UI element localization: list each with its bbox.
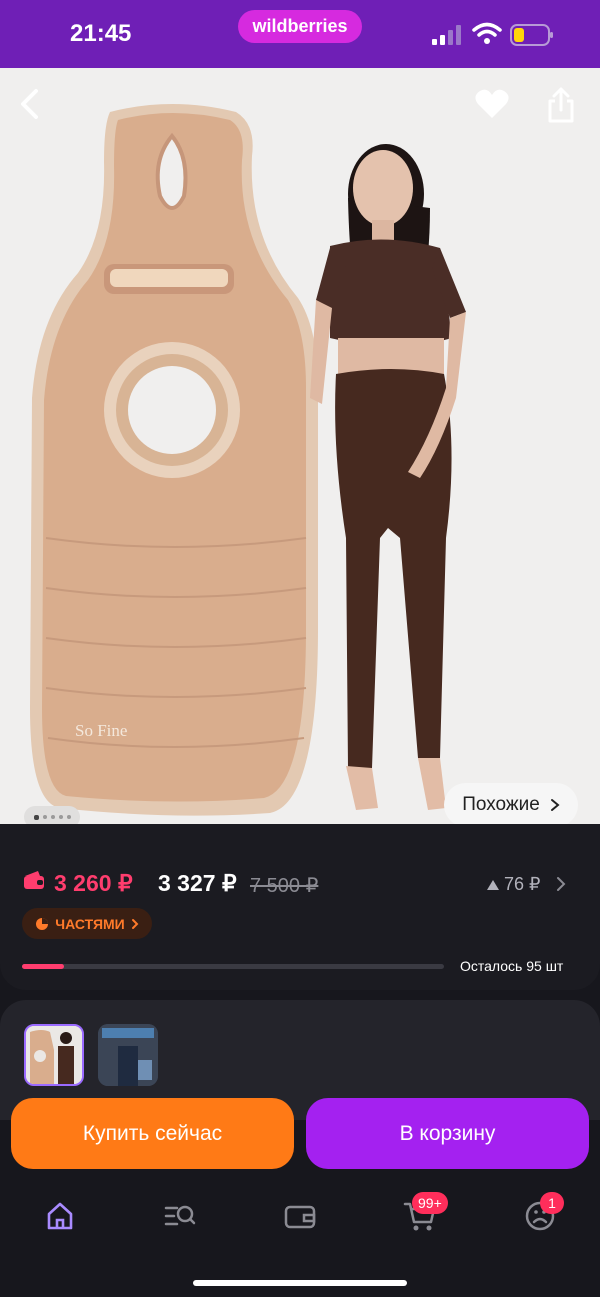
stock-progress-fill bbox=[22, 964, 65, 969]
triangle-up-icon bbox=[487, 879, 499, 890]
share-button[interactable] bbox=[546, 86, 584, 128]
buy-now-button[interactable]: Купить сейчас bbox=[11, 1098, 294, 1169]
old-price: 7 500 ₽ bbox=[250, 875, 319, 897]
pie-chart-icon bbox=[36, 917, 49, 930]
similar-products-button[interactable]: Похожие bbox=[444, 783, 578, 827]
thumbnail-2[interactable] bbox=[98, 1024, 158, 1086]
thumbnail-image bbox=[98, 1024, 158, 1086]
chevron-right-icon bbox=[550, 799, 560, 811]
gallery-dot bbox=[58, 815, 63, 819]
chevron-right-icon bbox=[131, 918, 139, 929]
catalog-search-icon bbox=[164, 1205, 196, 1226]
wallet-price: 3 260 ₽ bbox=[54, 870, 133, 896]
gallery-dot bbox=[33, 814, 39, 820]
so-fine-logo: So Fine bbox=[75, 721, 127, 740]
battery-icon bbox=[510, 24, 553, 46]
price-history-button[interactable]: 76 ₽ bbox=[486, 874, 540, 895]
stock-remaining: Осталось 95 шт bbox=[460, 958, 564, 974]
price-delta-value: 76 ₽ bbox=[504, 874, 541, 894]
chevron-left-icon bbox=[21, 89, 38, 119]
cellular-signal-icon bbox=[432, 25, 461, 45]
nav-home[interactable] bbox=[40, 1196, 80, 1236]
profile-badge: 1 bbox=[540, 1192, 564, 1214]
share-icon bbox=[548, 87, 574, 123]
wallet-icon bbox=[284, 1205, 316, 1229]
wifi-icon bbox=[472, 22, 502, 44]
add-to-cart-button[interactable]: В корзину bbox=[306, 1098, 589, 1169]
thumbnail-1[interactable] bbox=[24, 1024, 84, 1086]
installments-button[interactable]: ЧАСТЯМИ bbox=[22, 908, 152, 939]
gallery-dot bbox=[50, 815, 55, 819]
current-price: 3 327 ₽ bbox=[158, 870, 237, 896]
home-indicator bbox=[193, 1280, 407, 1286]
back-button[interactable] bbox=[18, 88, 54, 128]
home-icon bbox=[47, 1202, 73, 1230]
clock: 21:45 bbox=[70, 20, 132, 47]
thumbnail-image bbox=[26, 1026, 82, 1084]
cart-badge: 99+ bbox=[412, 1192, 448, 1214]
product-photo: So Fine bbox=[0, 68, 600, 828]
gallery-dot bbox=[66, 815, 71, 819]
favorite-button[interactable] bbox=[474, 88, 514, 128]
brand-logo: wildberries bbox=[238, 10, 362, 43]
installments-label: ЧАСТЯМИ bbox=[55, 915, 125, 932]
nav-wallet[interactable] bbox=[280, 1196, 320, 1236]
heart-icon bbox=[475, 89, 509, 118]
product-image[interactable]: So Fine bbox=[0, 68, 600, 828]
stock-progress-bar bbox=[22, 964, 444, 969]
similar-label: Похожие bbox=[462, 794, 540, 815]
status-bar: 21:45 wildberries bbox=[0, 0, 600, 68]
chevron-right-icon[interactable] bbox=[556, 876, 566, 892]
nav-catalog-search[interactable] bbox=[160, 1196, 200, 1236]
gallery-dot bbox=[42, 815, 47, 819]
wallet-icon bbox=[24, 871, 44, 889]
price-card: 3 260 ₽ 3 327 ₽ 7 500 ₽ 76 ₽ ЧАСТЯМИ Ост… bbox=[0, 824, 600, 990]
